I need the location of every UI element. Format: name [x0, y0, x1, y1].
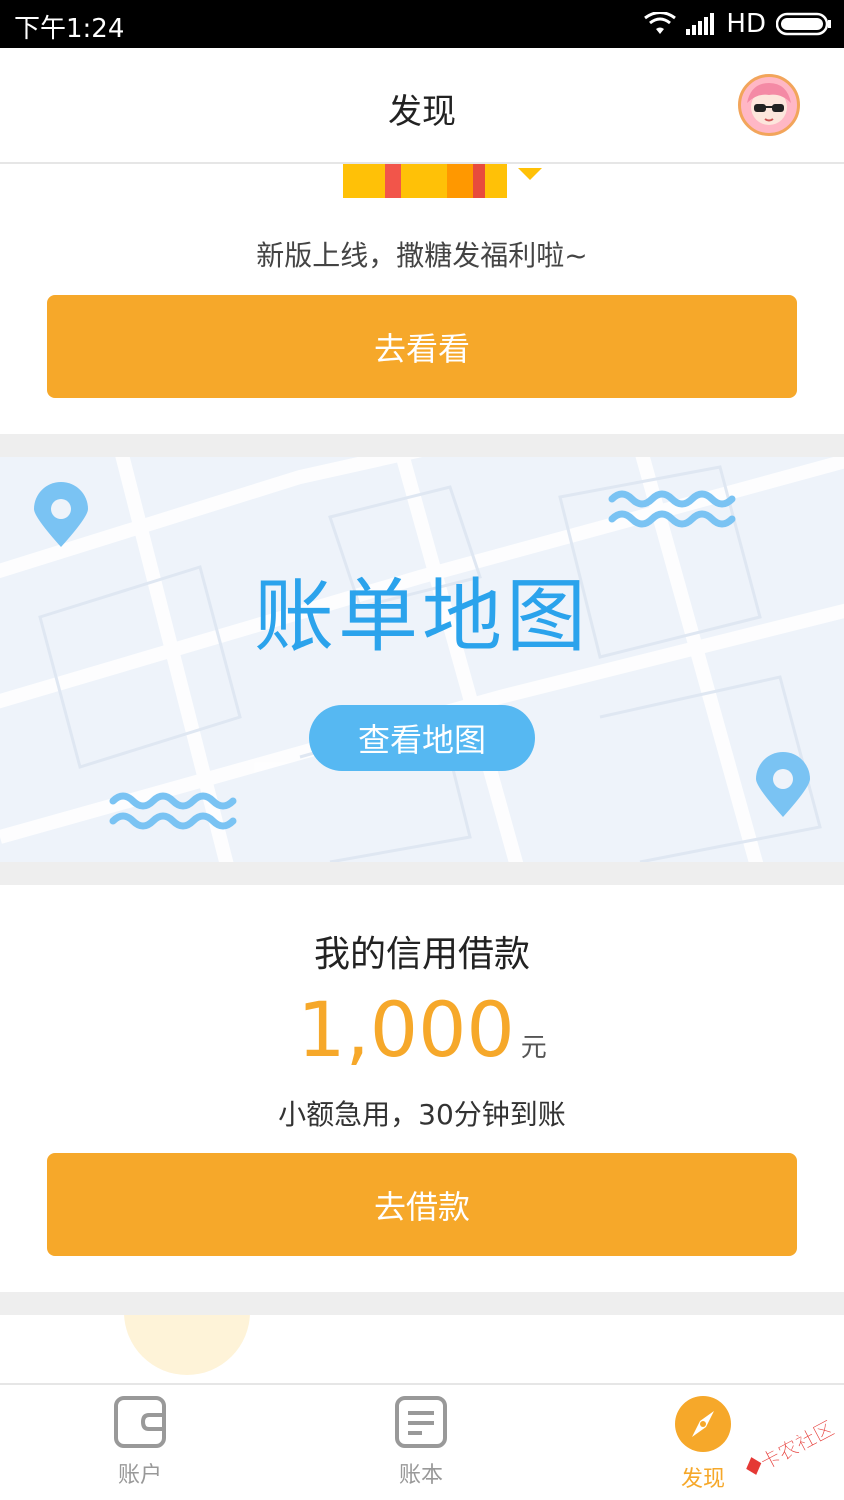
location-pin-icon: [34, 482, 88, 547]
tab-ledger[interactable]: 账本: [351, 1395, 491, 1495]
avatar[interactable]: [738, 74, 800, 136]
ledger-icon: [395, 1396, 447, 1448]
borrow-button[interactable]: 去借款: [47, 1153, 797, 1256]
compass-icon: [675, 1396, 731, 1452]
status-time: 下午1:24: [14, 14, 125, 44]
promo-section: 新版上线，撒糖发福利啦~ 去看看: [0, 164, 844, 434]
view-map-button[interactable]: 查看地图: [309, 705, 535, 771]
card-decoration: [124, 1315, 250, 1375]
network-type: HD: [726, 9, 766, 39]
promo-banner-image: [343, 164, 507, 198]
loan-subtitle: 小额急用，30分钟到账: [278, 1098, 566, 1131]
battery-icon: [776, 12, 831, 36]
sparkle-icon: [518, 168, 542, 180]
next-card-partial: [0, 1315, 844, 1383]
app-header: 发现: [0, 48, 844, 164]
promo-text: 新版上线，撒糖发福利啦~: [256, 239, 588, 272]
tab-label: 账本: [398, 1463, 443, 1488]
status-bar: 下午1:24 HD: [0, 0, 844, 48]
community-watermark-logo: 卡农社区: [746, 1415, 836, 1475]
tab-label: 发现: [680, 1467, 725, 1492]
bill-map-title: 账单地图: [254, 570, 590, 663]
section-divider: [0, 862, 844, 885]
section-divider: [0, 434, 844, 457]
loan-title: 我的信用借款: [313, 934, 530, 975]
bottom-tab-bar: 账户 账本 发现: [0, 1383, 844, 1500]
loan-amount: 1,000: [297, 985, 515, 1074]
wallet-icon: [114, 1396, 166, 1448]
avatar-girl-sunglasses: [747, 83, 791, 125]
signal-icon: [686, 13, 715, 35]
section-divider: [0, 1292, 844, 1315]
tab-label: 账户: [117, 1463, 162, 1488]
credit-loan-section: 我的信用借款 1,000 元 小额急用，30分钟到账 去借款: [0, 885, 844, 1292]
page-title: 发现: [388, 92, 456, 132]
wifi-icon: [644, 12, 677, 34]
go-see-button[interactable]: 去看看: [47, 295, 797, 398]
bill-map-banner[interactable]: 账单地图 查看地图: [0, 457, 844, 862]
loan-unit: 元: [520, 1033, 547, 1063]
tab-account[interactable]: 账户: [70, 1395, 210, 1495]
location-pin-icon: [756, 752, 810, 817]
svg-text:卡农社区: 卡农社区: [756, 1416, 836, 1475]
loan-amount-row: 1,000 元: [0, 985, 844, 1074]
